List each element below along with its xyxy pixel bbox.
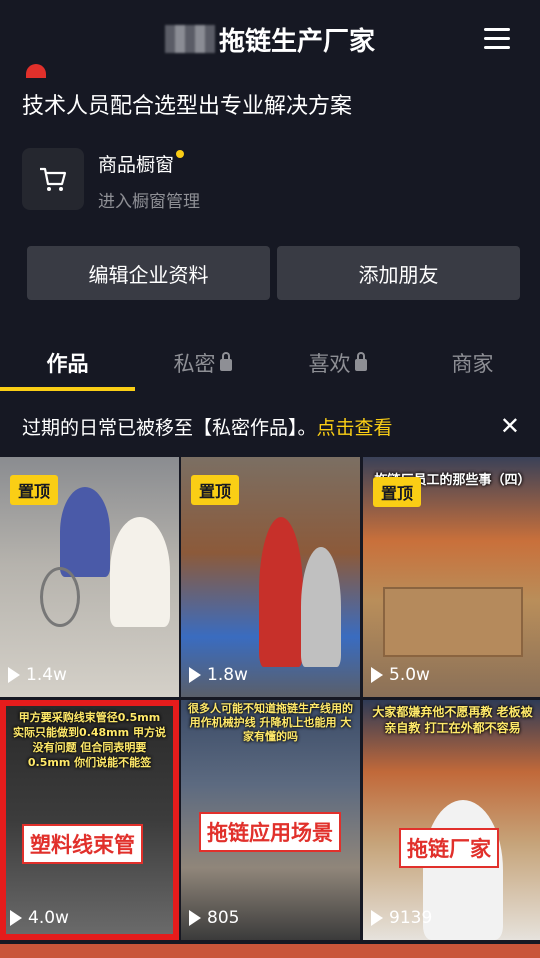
lock-icon xyxy=(354,352,367,371)
video-caption: 甲方要采购线束管径0.5mm 实际只能做到0.48mm 甲方说没有问题 但合同表… xyxy=(13,711,166,769)
view-count: 805 xyxy=(189,908,239,928)
tab-merchant[interactable]: 商家 xyxy=(405,330,540,392)
close-icon[interactable]: ✕ xyxy=(500,412,520,440)
video-thumb[interactable]: 甲方要采购线束管径0.5mm 实际只能做到0.48mm 甲方说没有问题 但合同表… xyxy=(0,700,179,940)
notice-text: 过期的日常已被移至【私密作品】。 xyxy=(22,416,317,439)
red-badge xyxy=(26,64,46,78)
video-caption: 大家都嫌弃他不愿再教 老板被亲自教 打工在外都不容易 xyxy=(372,705,533,735)
pinned-badge: 置顶 xyxy=(373,477,422,507)
video-tag: 拖链厂家 xyxy=(399,828,499,868)
new-dot xyxy=(176,150,185,158)
lock-icon xyxy=(219,352,232,371)
view-count: 4.0w xyxy=(10,908,69,928)
shop-window[interactable]: 商品橱窗 进入橱窗管理 xyxy=(22,148,200,212)
cart-icon xyxy=(22,148,84,210)
play-icon xyxy=(189,910,201,926)
shop-title: 商品橱窗 xyxy=(98,150,185,177)
view-count: 5.0w xyxy=(371,665,430,685)
pinned-badge: 置顶 xyxy=(10,475,59,505)
top-bar: 拖链生产厂家 xyxy=(0,0,540,78)
play-icon xyxy=(8,667,20,683)
view-count: 9139 xyxy=(371,908,432,928)
pinned-badge: 置顶 xyxy=(191,475,240,505)
blurred-name xyxy=(164,25,215,53)
video-tag: 拖链应用场景 xyxy=(199,812,341,852)
page-title: 拖链生产厂家 xyxy=(218,26,375,57)
next-row-preview xyxy=(0,944,540,958)
menu-icon[interactable] xyxy=(484,28,510,50)
notice-bar: 过期的日常已被移至【私密作品】。 点击查看 ✕ xyxy=(0,400,540,452)
add-friend-button[interactable]: 添加朋友 xyxy=(277,246,520,300)
view-count: 1.4w xyxy=(8,665,67,685)
active-tab-indicator xyxy=(0,387,135,391)
video-thumb[interactable]: 大家都嫌弃他不愿再教 老板被亲自教 打工在外都不容易 拖链厂家 9139 xyxy=(363,700,540,940)
video-thumb[interactable]: 很多人可能不知道拖链生产线用的 用作机械护线 升降机上也能用 大家有懂的吗 拖链… xyxy=(181,700,360,940)
view-count: 1.8w xyxy=(189,665,248,685)
edit-profile-button[interactable]: 编辑企业资料 xyxy=(27,246,270,300)
notice-link[interactable]: 点击查看 xyxy=(317,413,393,440)
tab-bar: 作品 私密 喜欢 商家 xyxy=(0,330,540,392)
video-tag: 塑料线束管 xyxy=(22,824,143,864)
play-icon xyxy=(10,910,22,926)
play-icon xyxy=(189,667,201,683)
shop-subtitle: 进入橱窗管理 xyxy=(98,192,200,212)
tab-private[interactable]: 私密 xyxy=(135,330,270,392)
video-thumb[interactable]: 拖链厂员工的那些事（四） 置顶 5.0w xyxy=(363,457,540,697)
tab-works[interactable]: 作品 xyxy=(0,330,135,392)
video-thumb[interactable]: 置顶 1.8w xyxy=(181,457,360,697)
profile-description: 技术人员配合选型出专业解决方案 xyxy=(22,94,353,119)
play-icon xyxy=(371,667,383,683)
video-thumb[interactable]: 置顶 1.4w xyxy=(0,457,179,697)
tab-likes[interactable]: 喜欢 xyxy=(270,330,405,392)
video-caption: 很多人可能不知道拖链生产线用的 用作机械护线 升降机上也能用 大家有懂的吗 xyxy=(188,702,353,743)
play-icon xyxy=(371,910,383,926)
